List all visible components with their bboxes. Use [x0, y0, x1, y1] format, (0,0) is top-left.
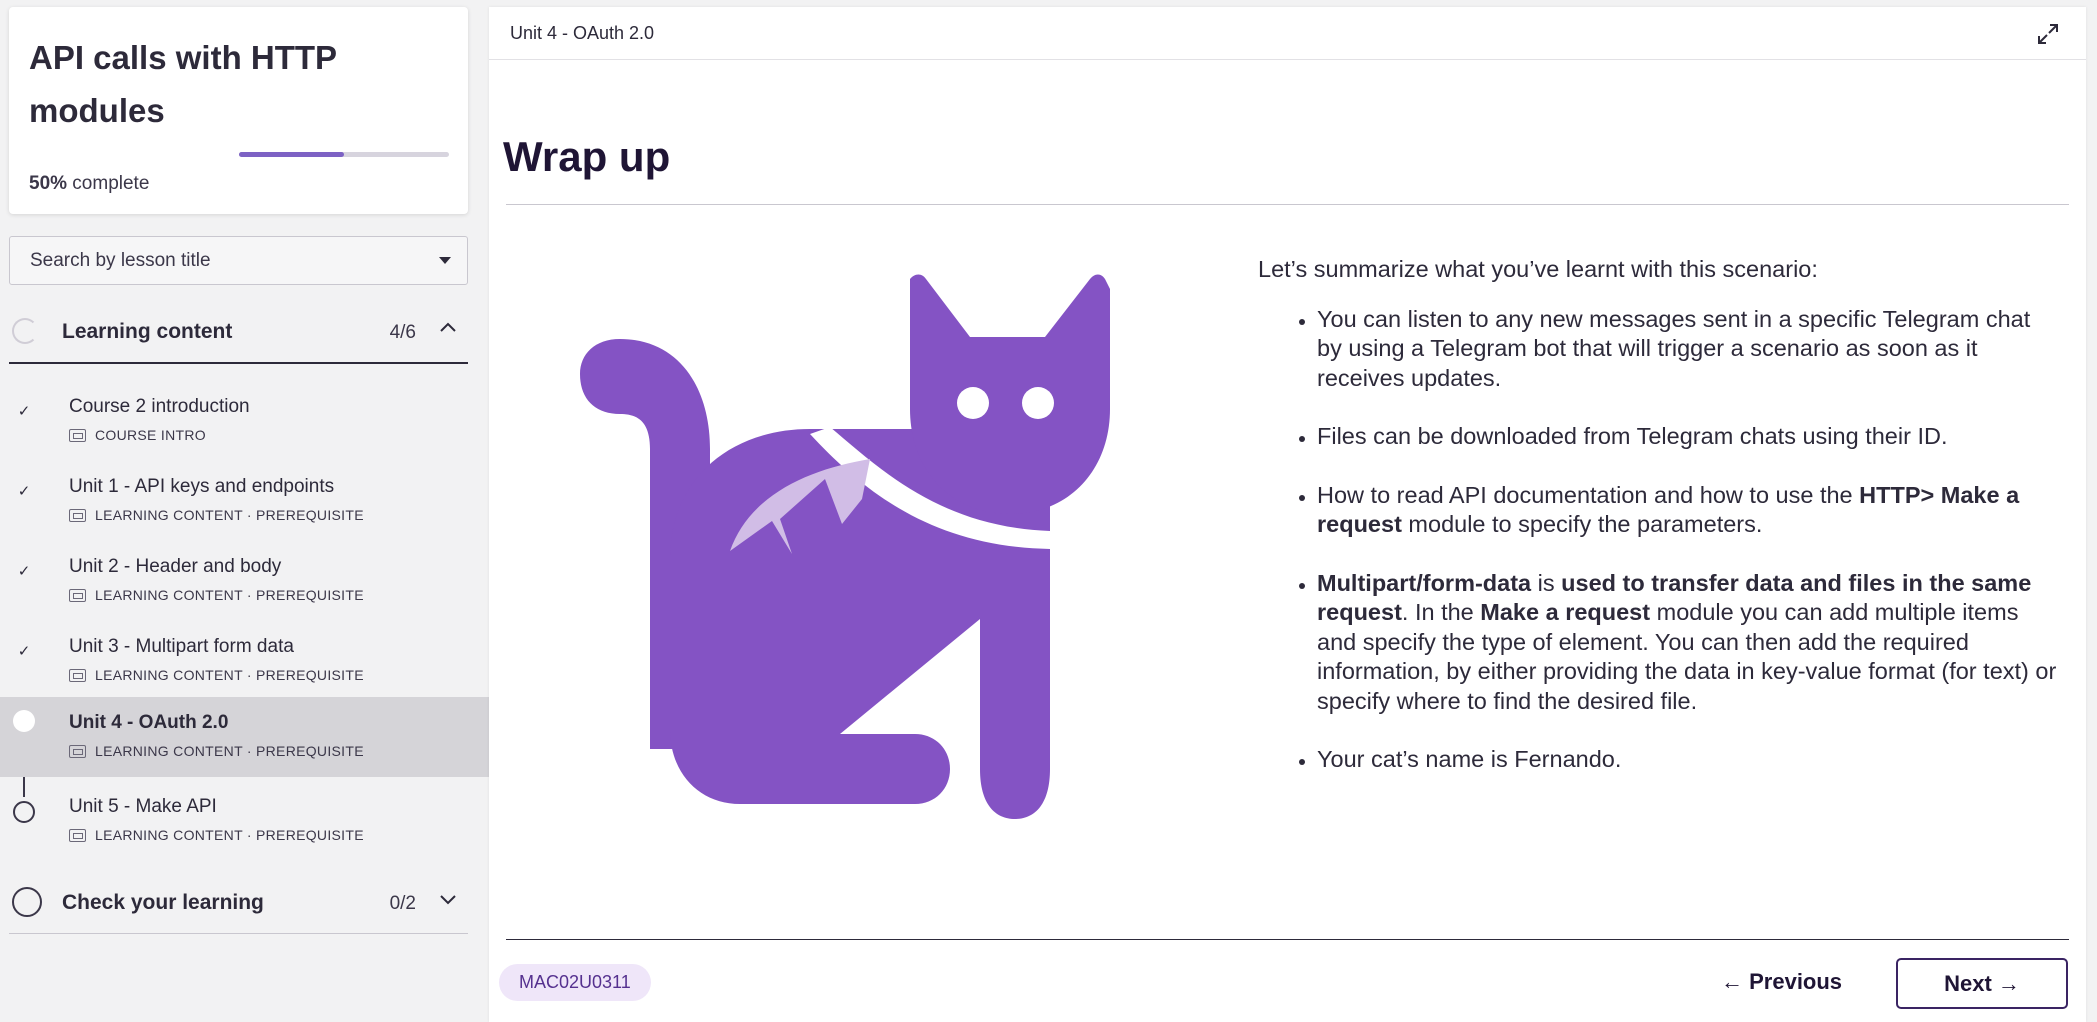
course-card: API calls with HTTP modules 50% complete: [9, 7, 468, 214]
section-count: 4/6: [389, 322, 416, 343]
checkmark-icon: ✓: [17, 643, 31, 660]
lesson-item-unit-1[interactable]: ✓ Unit 1 - API keys and endpoints LEARNI…: [0, 465, 489, 545]
lesson-meta-text: LEARNING CONTENT · PREREQUISITE: [95, 743, 364, 759]
current-lesson-icon: [13, 710, 35, 732]
lesson-meta: COURSE INTRO: [69, 427, 206, 443]
lesson-meta: LEARNING CONTENT · PREREQUISITE: [69, 667, 364, 683]
page-heading: Wrap up: [503, 133, 671, 180]
summary-text: is: [1531, 569, 1562, 596]
section-learning-content[interactable]: Learning content 4/6: [9, 302, 468, 364]
previous-button[interactable]: ← Previous: [1721, 969, 1842, 995]
lesson-content-panel: Unit 4 - OAuth 2.0 Wrap up Let’s summari…: [489, 7, 2086, 1022]
lesson-item-course-intro[interactable]: ✓ Course 2 introduction COURSE INTRO: [0, 385, 489, 465]
heading-divider: [506, 204, 2069, 205]
checkmark-icon: ✓: [17, 403, 31, 420]
lesson-item-unit-2[interactable]: ✓ Unit 2 - Header and body LEARNING CONT…: [0, 545, 489, 625]
presentation-icon: [69, 509, 86, 522]
lesson-title: Unit 2 - Header and body: [69, 556, 282, 577]
chevron-down-icon: [439, 257, 451, 264]
lesson-title: Unit 3 - Multipart form data: [69, 636, 294, 657]
search-placeholder: Search by lesson title: [30, 250, 211, 271]
lesson-title: Unit 4 - OAuth 2.0: [69, 712, 229, 733]
course-sidebar: API calls with HTTP modules 50% complete…: [0, 0, 489, 1022]
presentation-icon: [69, 745, 86, 758]
lesson-meta-text: LEARNING CONTENT · PREREQUISITE: [95, 587, 364, 603]
summary-intro: Let’s summarize what you’ve learnt with …: [1258, 256, 1818, 282]
progress-bar: [239, 152, 449, 157]
incomplete-circle-icon: [13, 801, 35, 823]
unit-label: Unit 4 - OAuth 2.0: [510, 23, 655, 43]
lesson-meta-text: LEARNING CONTENT · PREREQUISITE: [95, 667, 364, 683]
course-title: API calls with HTTP modules: [29, 39, 337, 129]
lesson-search-select[interactable]: Search by lesson title: [9, 236, 468, 285]
checkmark-icon: ✓: [17, 483, 31, 500]
summary-item: Your cat’s name is Fernando.: [1317, 745, 2058, 775]
lesson-item-unit-4[interactable]: Unit 4 - OAuth 2.0 LEARNING CONTENT · PR…: [0, 697, 489, 777]
summary-item: How to read API documentation and how to…: [1317, 481, 2058, 540]
lesson-title: Unit 1 - API keys and endpoints: [69, 476, 335, 497]
summary-bold: Multipart/form-data: [1317, 569, 1532, 596]
summary-text: How to read API documentation and how to…: [1317, 481, 1860, 508]
lesson-topbar: Unit 4 - OAuth 2.0: [489, 7, 2086, 60]
lesson-title: Course 2 introduction: [69, 396, 250, 417]
lesson-meta-text: LEARNING CONTENT · PREREQUISITE: [95, 827, 364, 843]
summary-text: module to specify the parameters.: [1401, 511, 1763, 537]
summary-item: Multipart/form-data is used to transfer …: [1317, 569, 2058, 717]
section-label: Learning content: [62, 320, 233, 343]
section-label: Check your learning: [62, 891, 264, 914]
progress-bar-fill: [239, 152, 344, 157]
lesson-meta: LEARNING CONTENT · PREREQUISITE: [69, 827, 364, 843]
progress-text: 50% complete: [29, 173, 149, 195]
summary-text: Files can be downloaded from Telegram ch…: [1317, 423, 1948, 449]
summary-text: . In the: [1401, 599, 1481, 625]
section-check-your-learning[interactable]: Check your learning 0/2: [9, 873, 468, 934]
summary-list: You can listen to any new messages sent …: [1258, 305, 2058, 775]
section-count: 0/2: [389, 893, 416, 914]
section-progress-icon: [12, 318, 38, 344]
lesson-item-unit-3[interactable]: ✓ Unit 3 - Multipart form data LEARNING …: [0, 625, 489, 705]
chevron-up-icon[interactable]: [438, 318, 458, 344]
presentation-icon: [69, 829, 86, 842]
summary-text: Your cat’s name is Fernando.: [1317, 746, 1622, 772]
chevron-down-icon[interactable]: [438, 889, 458, 915]
progress-suffix: complete: [67, 173, 150, 194]
next-button[interactable]: Next →: [1896, 958, 2068, 1009]
presentation-icon: [69, 669, 86, 682]
lesson-code-badge: MAC02U0311: [499, 964, 651, 1001]
presentation-icon: [69, 589, 86, 602]
summary-text: You can listen to any new messages sent …: [1317, 305, 2031, 391]
summary-item: Files can be downloaded from Telegram ch…: [1317, 422, 2058, 452]
lesson-meta: LEARNING CONTENT · PREREQUISITE: [69, 743, 364, 759]
lesson-meta-text: COURSE INTRO: [95, 427, 206, 443]
expand-icon[interactable]: [2036, 22, 2060, 46]
progress-value: 50%: [29, 173, 68, 194]
summary-content: Let’s summarize what you’ve learnt with …: [1258, 255, 2058, 804]
summary-item: You can listen to any new messages sent …: [1317, 305, 2058, 394]
footer-divider: [506, 939, 2069, 940]
summary-bold: Make a request: [1480, 599, 1651, 625]
lesson-title: Unit 5 - Make API: [69, 796, 217, 817]
section-progress-icon: [12, 887, 42, 917]
cat-illustration: [580, 274, 1110, 819]
lesson-meta: LEARNING CONTENT · PREREQUISITE: [69, 587, 364, 603]
lesson-meta-text: LEARNING CONTENT · PREREQUISITE: [95, 507, 364, 523]
lesson-item-unit-5[interactable]: Unit 5 - Make API LEARNING CONTENT · PRE…: [0, 785, 489, 865]
document-icon: [69, 429, 86, 442]
checkmark-icon: ✓: [17, 563, 31, 580]
lesson-meta: LEARNING CONTENT · PREREQUISITE: [69, 507, 364, 523]
